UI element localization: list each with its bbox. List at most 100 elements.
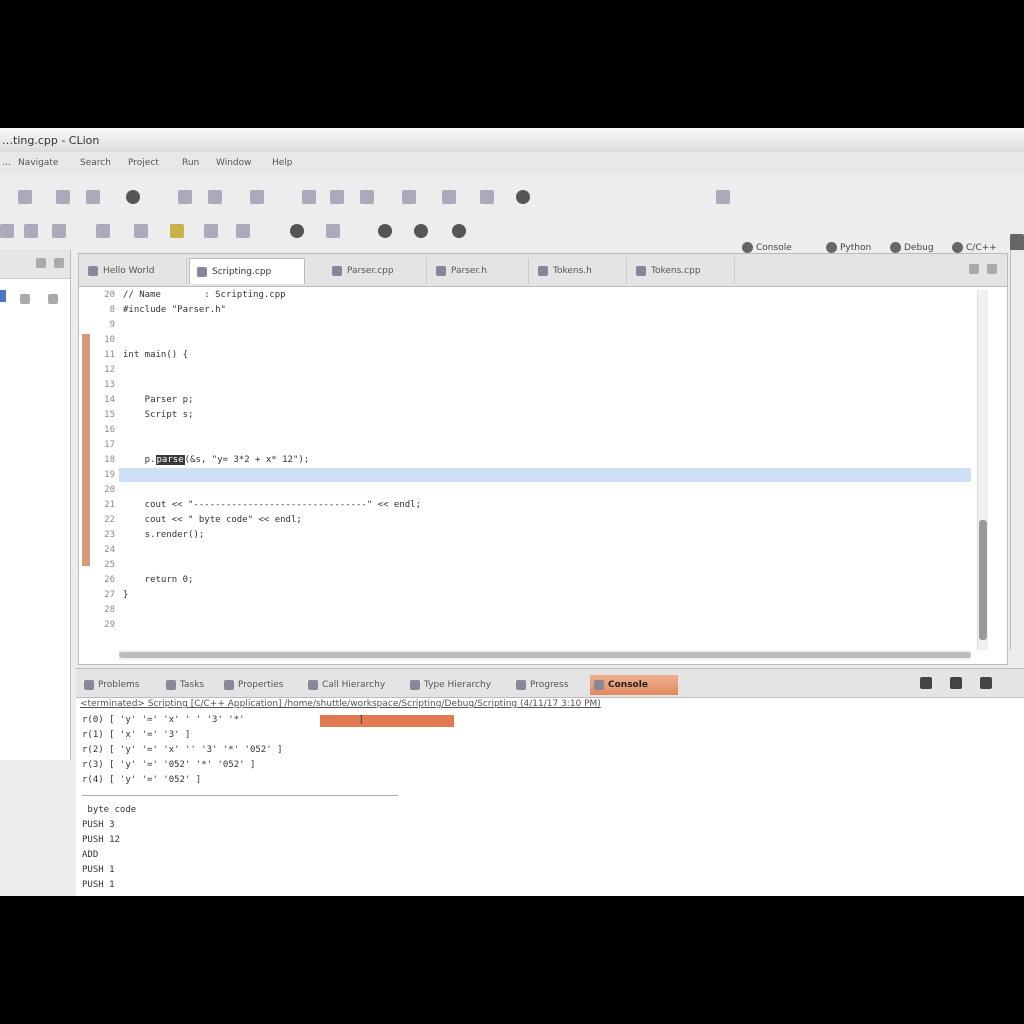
new-icon[interactable]: [18, 190, 32, 204]
link-icon[interactable]: [204, 224, 218, 238]
console-line: r(0) [ 'y' '=' 'x' ' ' '3' '*' ]: [82, 715, 364, 725]
tab-problems[interactable]: Problems: [80, 675, 139, 695]
build-icon[interactable]: [126, 190, 140, 204]
terminate-icon[interactable]: [920, 677, 932, 689]
code-line: cout << " byte code" << endl;: [123, 515, 302, 525]
console-process-info: <terminated> Scripting [C/C++ Applicatio…: [80, 699, 601, 709]
remove-launch-icon[interactable]: [950, 677, 962, 689]
line-number: 13: [104, 380, 115, 390]
search-icon[interactable]: [208, 190, 222, 204]
menu-item-help[interactable]: Help: [272, 158, 293, 168]
console-line: r(3) [ 'y' '=' '052' '*' '052' ]: [82, 760, 256, 770]
tab-type-hierarchy[interactable]: Type Hierarchy: [406, 675, 491, 695]
open-perspective-icon[interactable]: [716, 190, 730, 204]
line-number: 9: [109, 320, 115, 330]
line-number: 28: [104, 605, 115, 615]
run-icon[interactable]: [24, 224, 38, 238]
save-icon[interactable]: [56, 190, 70, 204]
skip-icon[interactable]: [96, 224, 110, 238]
open-type-icon[interactable]: [178, 190, 192, 204]
tab-parser-cpp[interactable]: Parser.cpp: [325, 258, 427, 284]
tab-progress[interactable]: Progress: [512, 675, 568, 695]
clear-console-icon[interactable]: [980, 677, 992, 689]
line-number: 19: [104, 470, 115, 480]
code-line: Parser p;: [123, 395, 194, 405]
menu-item-window[interactable]: Window: [216, 158, 252, 168]
console-line: PUSH 12: [82, 835, 120, 845]
tab-tokens-h[interactable]: Tokens.h: [531, 258, 627, 284]
minimize-icon[interactable]: [36, 258, 46, 268]
menu-item[interactable]: …: [2, 158, 11, 168]
tab-tokens-cpp[interactable]: Tokens.cpp: [629, 258, 735, 284]
menu-item-navigate[interactable]: Navigate: [18, 158, 58, 168]
prev-annotation-icon[interactable]: [402, 190, 416, 204]
line-number: 25: [104, 560, 115, 570]
target-icon[interactable]: [414, 224, 428, 238]
line-number: 23: [104, 530, 115, 540]
tab-tasks[interactable]: Tasks: [162, 675, 204, 695]
collapse-icon[interactable]: [20, 294, 30, 304]
console-view: Problems Tasks Properties Call Hierarchy…: [76, 668, 1024, 896]
tab-call-hierarchy[interactable]: Call Hierarchy: [304, 675, 385, 695]
link-editor-icon[interactable]: [48, 294, 58, 304]
pin-icon[interactable]: [326, 224, 340, 238]
line-number: 20: [104, 485, 115, 495]
code-line: #include "Parser.h": [123, 305, 226, 315]
current-line-highlight: [119, 468, 971, 482]
editor-maximize-icon[interactable]: [987, 264, 997, 274]
tab-scripting-cpp[interactable]: Scripting.cpp: [189, 258, 305, 284]
editor-tab-bar: Hello World Scripting.cpp Parser.cpp Par…: [79, 254, 1007, 287]
line-number: 11: [104, 350, 115, 360]
comment-icon[interactable]: [360, 190, 374, 204]
line-number: 17: [104, 440, 115, 450]
settings-icon[interactable]: [452, 224, 466, 238]
refactor-icon[interactable]: [250, 190, 264, 204]
console-line: r(1) [ 'x' '=' '3' ]: [82, 730, 191, 740]
tab-hello-world[interactable]: Hello World: [81, 258, 187, 284]
forward-icon[interactable]: [516, 190, 530, 204]
external-tools-icon[interactable]: [52, 224, 66, 238]
scroll-thumb[interactable]: [979, 520, 987, 640]
line-number: 24: [104, 545, 115, 555]
folder-icon[interactable]: [170, 224, 184, 238]
project-tree-selection[interactable]: [0, 290, 6, 302]
step-icon[interactable]: [236, 224, 250, 238]
project-explorer: [0, 250, 71, 760]
print-icon[interactable]: [86, 190, 100, 204]
code-text: p.: [123, 455, 156, 465]
line-number: 16: [104, 425, 115, 435]
console-line: PUSH 3: [82, 820, 115, 830]
editor-horizontal-scrollbar[interactable]: [119, 650, 971, 660]
tools-icon[interactable]: [290, 224, 304, 238]
console-line: r(4) [ 'y' '=' '052' ]: [82, 775, 202, 785]
editor-minimize-icon[interactable]: [969, 264, 979, 274]
tab-console[interactable]: Console: [590, 675, 678, 695]
back-icon[interactable]: [480, 190, 494, 204]
menu-item-run[interactable]: Run: [182, 158, 199, 168]
filter-icon[interactable]: [134, 224, 148, 238]
line-number: 26: [104, 575, 115, 585]
line-number: 12: [104, 365, 115, 375]
tab-parser-h[interactable]: Parser.h: [429, 258, 529, 284]
code-line: p.parse(&s, "y= 3*2 + x* 12");: [123, 455, 309, 465]
edit-icon[interactable]: [302, 190, 316, 204]
line-number: 20: [104, 290, 115, 300]
title-bar: …ting.cpp - CLion: [0, 128, 1024, 152]
next-annotation-icon[interactable]: [442, 190, 456, 204]
maximize-icon[interactable]: [54, 258, 64, 268]
debug-run-icon[interactable]: [0, 224, 14, 238]
search-files-icon[interactable]: [378, 224, 392, 238]
console-tab-bar: Problems Tasks Properties Call Hierarchy…: [76, 669, 1024, 698]
tab-properties[interactable]: Properties: [220, 675, 283, 695]
menu-item-search[interactable]: Search: [80, 158, 111, 168]
line-number: 29: [104, 620, 115, 630]
format-icon[interactable]: [330, 190, 344, 204]
console-line: ADD: [82, 850, 99, 860]
code-line: cout << "-------------------------------…: [123, 500, 422, 510]
scroll-thumb[interactable]: [119, 652, 971, 658]
editor-vertical-scrollbar[interactable]: [977, 290, 988, 650]
code-editor[interactable]: Hello World Scripting.cpp Parser.cpp Par…: [78, 253, 1008, 665]
line-number: 21: [104, 500, 115, 510]
line-number: 15: [104, 410, 115, 420]
menu-item-project[interactable]: Project: [128, 158, 159, 168]
